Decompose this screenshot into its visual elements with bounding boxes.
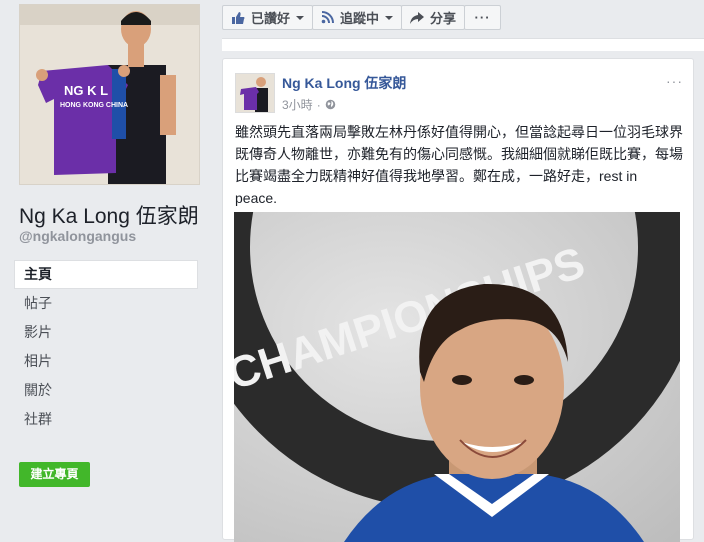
share-label: 分享: [430, 11, 457, 26]
post-timestamp[interactable]: 3小時: [282, 96, 313, 113]
page-handle[interactable]: @ngkalongangus: [19, 228, 136, 244]
avatar-image: [236, 74, 274, 112]
page-nav: 主頁 帖子 影片 相片 關於 社群: [14, 260, 198, 434]
nav-item-home[interactable]: 主頁: [14, 260, 198, 289]
rss-icon: [321, 11, 335, 24]
post-author-avatar[interactable]: [235, 73, 275, 113]
post-meta: 3小時 ·: [282, 96, 336, 113]
post-card: Ng Ka Long 伍家朗 3小時 · ··· 雖然頭先直落兩局擊敗左林丹係好…: [222, 58, 694, 542]
globe-icon[interactable]: [325, 99, 336, 110]
share-button[interactable]: 分享: [401, 5, 466, 30]
left-column: NG K L HONG KONG CHINA Ng Ka Long 伍家朗 @n…: [0, 0, 210, 525]
nav-item-community[interactable]: 社群: [14, 405, 198, 434]
shirt-name-text: NG K L: [64, 83, 108, 98]
profile-photo-image: NG K L HONG KONG CHINA: [20, 5, 199, 184]
following-label: 追蹤中: [340, 11, 380, 26]
profile-photo[interactable]: NG K L HONG KONG CHINA: [19, 4, 200, 185]
more-options-button[interactable]: ···: [464, 5, 502, 30]
page-action-bar: 已讚好 追蹤中 分享 ···: [222, 5, 502, 32]
following-button[interactable]: 追蹤中: [312, 5, 403, 30]
create-page-button[interactable]: 建立專頁: [19, 462, 90, 487]
chevron-down-icon: [385, 15, 394, 20]
liked-label: 已讚好: [251, 11, 291, 26]
feed-divider: [222, 38, 704, 51]
page-name[interactable]: Ng Ka Long 伍家朗: [19, 200, 199, 230]
post-photo[interactable]: CHAMPIONSHIPS: [234, 212, 680, 542]
liked-button[interactable]: 已讚好: [222, 5, 314, 30]
nav-item-about[interactable]: 關於: [14, 376, 198, 405]
post-photo-image: CHAMPIONSHIPS: [234, 212, 680, 542]
nav-item-posts[interactable]: 帖子: [14, 289, 198, 318]
post-options-button[interactable]: ···: [666, 73, 683, 89]
nav-item-photos[interactable]: 相片: [14, 347, 198, 376]
thumbs-up-icon: [232, 11, 245, 24]
nav-item-videos[interactable]: 影片: [14, 318, 198, 347]
post-author-name[interactable]: Ng Ka Long 伍家朗: [282, 73, 406, 93]
share-arrow-icon: [410, 11, 425, 24]
shirt-country-text: HONG KONG CHINA: [60, 102, 128, 109]
separator-dot: ·: [316, 97, 321, 112]
post-text: 雖然頭先直落兩局擊敗左林丹係好值得開心，但當諗起尋日一位羽毛球界既傳奇人物離世，…: [235, 124, 683, 206]
chevron-down-icon: [296, 15, 305, 20]
